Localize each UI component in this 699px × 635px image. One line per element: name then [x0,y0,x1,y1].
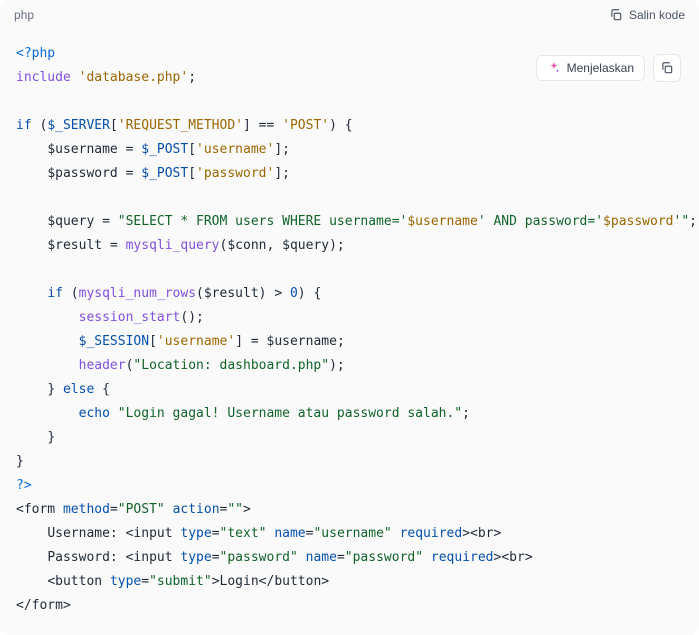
action-button-bar: Menjelaskan [536,54,681,82]
code-header: php Salin kode [0,0,699,30]
post-string: 'POST' [282,118,329,133]
code-block-container: php Salin kode Menjelaskan <?php include… [0,0,699,635]
type-attr: type [180,526,211,541]
sql-part1: "SELECT * FROM users WHERE username=' [118,214,408,229]
server-var: $_SERVER [47,118,110,133]
post-global: $_POST [141,166,188,181]
br-tag: br [478,526,494,541]
name-attr: name [274,526,305,541]
name-password: "password" [345,550,423,565]
br-tag: br [509,550,525,565]
equals-op: == [259,118,275,133]
required-attr: required [431,550,494,565]
login-text: Login [220,574,259,589]
copy-code-button[interactable]: Salin kode [609,8,685,22]
type-attr: type [110,574,141,589]
language-label: php [14,8,34,22]
include-file: 'database.php' [79,70,189,85]
num-rows-func: mysqli_num_rows [79,286,196,301]
session-global: $_SESSION [79,334,149,349]
post-global: $_POST [141,142,188,157]
name-username: "username" [313,526,391,541]
conn-var: $conn [227,238,266,253]
result-var: $result [47,238,102,253]
sparkle-icon [547,61,561,75]
if-keyword: if [47,286,63,301]
type-text: "text" [220,526,267,541]
result-arg: $result [204,286,259,301]
gt-op: > [274,286,282,301]
name-attr: name [306,550,337,565]
if-keyword: if [16,118,32,133]
username-key: 'username' [196,142,274,157]
include-keyword: include [16,70,71,85]
echo-keyword: echo [79,406,110,421]
php-open-tag: <?php [16,46,55,61]
action-attr: action [173,502,220,517]
copy-icon [609,8,623,22]
method-val: "POST" [118,502,165,517]
password-key: 'password' [196,166,274,181]
type-submit: "submit" [149,574,212,589]
mysqli-query-func: mysqli_query [126,238,220,253]
session-username-val: $username [267,334,337,349]
code-content[interactable]: <?php include 'database.php'; if ($_SERV… [0,30,699,635]
type-password: "password" [220,550,298,565]
sql-password: $password [603,214,673,229]
query-arg: $query [282,238,329,253]
method-attr: method [63,502,110,517]
username-label-text: Username: [47,526,125,541]
query-var: $query [47,214,94,229]
form-tag: form [24,502,55,517]
type-attr: type [180,550,211,565]
copy-icon [660,61,674,75]
explain-button[interactable]: Menjelaskan [536,55,645,81]
password-var: $password [47,166,117,181]
php-close-tag: ?> [16,478,32,493]
zero-literal: 0 [290,286,298,301]
session-username-key: 'username' [157,334,235,349]
button-close-tag: button [274,574,321,589]
request-method-key: 'REQUEST_METHOD' [118,118,243,133]
error-message: "Login gagal! Username atau password sal… [118,406,462,421]
copy-square-button[interactable] [653,54,681,82]
explain-label: Menjelaskan [567,61,634,75]
else-keyword: else [63,382,94,397]
form-close-tag: form [32,598,63,613]
sql-username: $username [407,214,477,229]
password-label-text: Password: [47,550,125,565]
location-string: "Location: dashboard.php" [133,358,329,373]
required-attr: required [400,526,463,541]
sql-part2: ' AND password=' [478,214,603,229]
input-tag: input [133,550,172,565]
session-start-func: session_start [79,310,181,325]
sql-part3: '" [674,214,690,229]
username-var: $username [47,142,117,157]
input-tag: input [133,526,172,541]
header-func: header [79,358,126,373]
action-val: "" [227,502,243,517]
button-tag: button [55,574,102,589]
copy-label: Salin kode [629,8,685,22]
